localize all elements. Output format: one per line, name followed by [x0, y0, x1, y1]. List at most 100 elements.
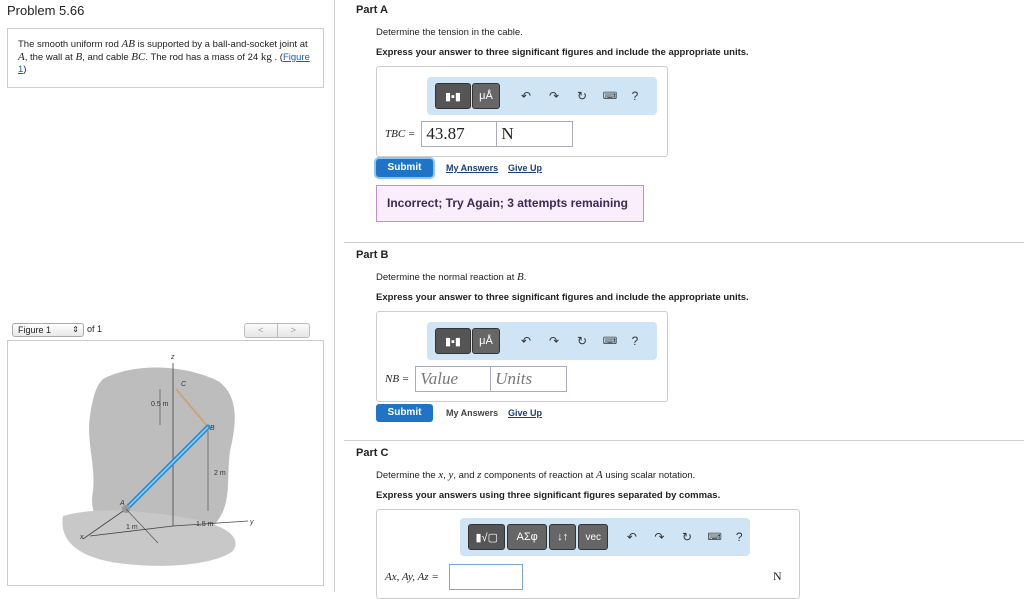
part-b-value-input[interactable]: Value	[415, 366, 492, 392]
part-c-prompt-text: using scalar notation.	[602, 470, 696, 481]
units-button[interactable]: μÅ	[472, 328, 500, 354]
label-1m: 1 m	[126, 524, 138, 531]
joint-symbol: A	[18, 51, 25, 63]
part-a-value-input[interactable]: 43.87	[421, 121, 498, 147]
keyboard-icon[interactable]: ⌨	[701, 532, 729, 543]
part-b-instruction: Express your answer to three significant…	[376, 292, 749, 303]
figure-prev-button[interactable]: <	[245, 324, 278, 337]
label-a: A	[119, 500, 125, 507]
part-a-give-up-link[interactable]: Give Up	[508, 163, 542, 173]
units-button[interactable]: μÅ	[472, 83, 500, 109]
part-a-prompt: Determine the tension in the cable.	[376, 27, 523, 38]
label-15m: 1.5 m	[196, 521, 214, 528]
part-a-input-row: TBC = 43.87 N	[385, 121, 574, 147]
part-a-submit-button[interactable]: Submit	[376, 159, 433, 177]
part-c-title: Part C	[356, 447, 389, 459]
part-b-unit-input[interactable]: Units	[491, 366, 568, 392]
part-a-title: Part A	[356, 4, 388, 16]
select-arrows-icon: ⇕	[72, 325, 79, 334]
vec-label: vec	[585, 531, 602, 543]
part-c-prompt-text: , and	[453, 470, 478, 481]
part-a-instruction: Express your answer to three significant…	[376, 47, 749, 58]
vec-button[interactable]: vec	[578, 524, 609, 550]
parts-panel: Part A Determine the tension in the cabl…	[336, 0, 1024, 599]
part-a-my-answers-link[interactable]: My Answers	[446, 163, 498, 173]
part-a-toolbar: ▮▪▮ μÅ ↶ ↷ ↻ ⌨ ?	[427, 77, 657, 115]
part-b-prompt-text: .	[523, 272, 527, 283]
part-c-value-input[interactable]	[448, 564, 523, 590]
template-icon: ▮▪▮	[444, 90, 461, 103]
problem-panel: Problem 5.66 The smooth uniform rod AB i…	[0, 0, 335, 592]
part-b-prompt-text: Determine the normal reaction at	[376, 272, 517, 283]
help-icon[interactable]: ?	[728, 530, 750, 544]
figure-toolbar: Figure 1 ⇕ of 1 < >	[7, 320, 324, 340]
rod-diagram: z C 0.5 m B 2 m A 1 m 1.5 m x y	[62, 354, 254, 566]
help-icon[interactable]: ?	[624, 334, 646, 348]
help-icon[interactable]: ?	[624, 89, 646, 103]
divider	[344, 440, 1024, 441]
part-a-unit-input[interactable]: N	[497, 121, 574, 147]
rod-symbol: AB	[121, 38, 135, 50]
divider	[344, 242, 1024, 243]
part-b-title: Part B	[356, 249, 389, 261]
part-c-a-symbol: A	[596, 469, 603, 481]
redo-icon[interactable]: ↷	[540, 334, 568, 348]
part-b-answer-box: ▮▪▮ μÅ ↶ ↷ ↻ ⌨ ? NB = Value Units	[376, 311, 668, 402]
problem-text: . (	[271, 52, 283, 63]
sort-button[interactable]: ↓↑	[548, 524, 577, 550]
figure-image: z C 0.5 m B 2 m A 1 m 1.5 m x y	[7, 340, 324, 586]
undo-icon[interactable]: ↶	[618, 530, 646, 544]
reset-icon[interactable]: ↻	[568, 334, 596, 348]
problem-title: Problem 5.66	[7, 3, 85, 18]
label-z: z	[170, 354, 175, 361]
part-b-submit-button[interactable]: Submit	[376, 404, 433, 422]
part-b-prompt-symbol: B	[516, 271, 524, 283]
undo-icon[interactable]: ↶	[512, 334, 540, 348]
part-c-toolbar: ▮√▢ ΑΣφ ↓↑ vec ↶ ↷ ↻ ⌨ ?	[460, 518, 750, 556]
figure-next-button[interactable]: >	[278, 324, 310, 337]
part-a-feedback: Incorrect; Try Again; 3 attempts remaini…	[376, 185, 644, 222]
part-a-symbol: TBC =	[385, 128, 416, 140]
reset-icon[interactable]: ↻	[673, 530, 701, 544]
keyboard-icon[interactable]: ⌨	[596, 336, 624, 347]
problem-statement: The smooth uniform rod AB is supported b…	[7, 28, 324, 88]
label-2m: 2 m	[214, 470, 226, 477]
part-b-give-up-link[interactable]: Give Up	[508, 408, 542, 418]
part-c-input-row: Ax, Ay, Az =	[385, 564, 523, 590]
label-y: y	[249, 519, 254, 526]
part-b-toolbar: ▮▪▮ μÅ ↶ ↷ ↻ ⌨ ?	[427, 322, 657, 360]
part-b-input-row: NB = Value Units	[385, 366, 568, 392]
reset-icon[interactable]: ↻	[568, 89, 596, 103]
figure-select-label: Figure 1	[18, 325, 52, 335]
redo-icon[interactable]: ↷	[540, 89, 568, 103]
greek-button[interactable]: ΑΣφ	[507, 524, 547, 550]
templates-button[interactable]: ▮√▢	[468, 524, 506, 550]
part-c-prompt-text: components of reaction at	[481, 470, 597, 481]
part-b-symbol: NB =	[385, 373, 410, 385]
part-c-instruction: Express your answers using three signifi…	[376, 490, 721, 501]
part-b-my-answers-link[interactable]: My Answers	[446, 408, 498, 418]
sqrt-template-icon: ▮√▢	[475, 531, 498, 544]
label-b: B	[210, 425, 215, 432]
label-x: x	[79, 534, 84, 541]
problem-text: . The rod has a mass of 24	[145, 52, 261, 63]
part-c-unit: N	[773, 569, 782, 583]
mass-unit: kg	[260, 51, 272, 63]
problem-text: The smooth uniform rod	[18, 39, 122, 50]
keyboard-icon[interactable]: ⌨	[596, 91, 624, 102]
redo-icon[interactable]: ↷	[646, 530, 674, 544]
undo-icon[interactable]: ↶	[512, 89, 540, 103]
problem-text: , and cable	[82, 52, 132, 63]
figure-nav: < >	[244, 323, 310, 338]
figure-select[interactable]: Figure 1 ⇕	[12, 323, 84, 337]
sort-arrows-icon: ↓↑	[557, 531, 569, 543]
part-b-prompt: Determine the normal reaction at B.	[376, 271, 526, 283]
templates-button[interactable]: ▮▪▮	[435, 328, 471, 354]
problem-text: )	[23, 64, 27, 75]
template-icon: ▮▪▮	[444, 335, 461, 348]
templates-button[interactable]: ▮▪▮	[435, 83, 471, 109]
figure-count: of 1	[87, 324, 103, 334]
problem-text: is supported by a ball-and-socket joint …	[134, 39, 308, 50]
part-a-answer-box: ▮▪▮ μÅ ↶ ↷ ↻ ⌨ ? TBC = 43.87 N	[376, 66, 668, 157]
cable-symbol: BC	[131, 51, 146, 63]
